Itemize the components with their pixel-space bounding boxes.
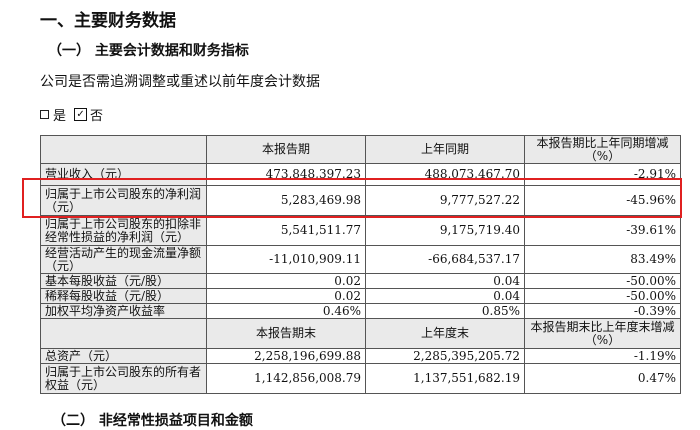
row-label-cell: 稀释每股收益（元/股） — [40, 288, 207, 304]
value-cell: -50.00% — [524, 273, 681, 289]
highlight-box — [22, 178, 682, 218]
next-section-title: （二） 非经常性损益项目和金额 — [52, 413, 253, 429]
table-row: 基本每股收益（元/股） 0.02 0.04 -50.00% — [40, 273, 681, 289]
value-cell: -39.61% — [524, 215, 681, 246]
restatement-question: 公司是否需追溯调整或重述以前年度会计数据 — [40, 74, 320, 90]
value-cell: 9,175,719.40 — [365, 215, 525, 246]
value-cell: 0.04 — [365, 273, 525, 289]
unchecked-box-icon — [40, 110, 49, 119]
value-cell: 0.46% — [206, 303, 366, 319]
table-row: 稀释每股收益（元/股） 0.02 0.04 -50.00% — [40, 288, 681, 304]
value-cell: 1,137,551,682.19 — [365, 363, 525, 394]
value-cell: -0.39% — [524, 303, 681, 319]
value-cell: 0.47% — [524, 363, 681, 394]
row-label-cell: 总资产（元） — [40, 348, 207, 364]
value-cell: 5,541,511.77 — [206, 215, 366, 246]
table-row: 加权平均净资产收益率 0.46% 0.85% -0.39% — [40, 303, 681, 319]
row-label-cell: 加权平均净资产收益率 — [40, 303, 207, 319]
restatement-options: 是 ✓ 否 — [40, 105, 103, 124]
value-cell: -50.00% — [524, 288, 681, 304]
section-subtitle: （一） 主要会计数据和财务指标 — [48, 43, 249, 59]
table-row: 总资产（元） 2,258,196,699.88 2,285,395,205.72 -1… — [40, 348, 681, 364]
value-cell: 83.49% — [524, 245, 681, 274]
table2-header-row: 本报告期末 上年度末 本报告期末比上年度末增减（%） — [40, 318, 681, 349]
row-label-cell: 归属于上市公司股东的所有者权益（元） — [40, 363, 207, 394]
value-cell: -66,684,537.17 — [365, 245, 525, 274]
table1-header-row: 本报告期 上年同期 本报告期比上年同期增减（%） — [40, 135, 681, 164]
value-cell: 1,142,856,008.79 — [206, 363, 366, 394]
checked-box-icon: ✓ — [74, 108, 88, 121]
financial-data-table: 本报告期 上年同期 本报告期比上年同期增减（%） 营业收入（元） 473,848,397… — [40, 135, 681, 394]
value-cell: -1.19% — [524, 348, 681, 364]
value-cell: 0.02 — [206, 273, 366, 289]
header-cell: 本报告期末比上年度末增减（%） — [524, 318, 681, 349]
header-cell: 本报告期比上年同期增减（%） — [524, 135, 681, 164]
value-cell: 0.85% — [365, 303, 525, 319]
row-label-cell: 基本每股收益（元/股） — [40, 273, 207, 289]
section-title: 一、主要财务数据 — [40, 11, 176, 31]
header-cell: 本报告期 — [206, 135, 366, 164]
option-no-label: 否 — [90, 109, 104, 124]
table-row: 经营活动产生的现金流量净额（元） -11,010,909.11 -66,684,53… — [40, 245, 681, 274]
value-cell: 0.04 — [365, 288, 525, 304]
header-cell: 本报告期末 — [206, 318, 366, 349]
option-yes-label: 是 — [53, 109, 67, 124]
value-cell: 2,258,196,699.88 — [206, 348, 366, 364]
table-row: 归属于上市公司股东的扣除非经常性损益的净利润（元） 5,541,511.77 9,1… — [40, 215, 681, 246]
header-cell: 上年同期 — [365, 135, 525, 164]
header-cell: 上年度末 — [365, 318, 525, 349]
row-label-cell: 归属于上市公司股东的扣除非经常性损益的净利润（元） — [40, 215, 207, 246]
value-cell: 0.02 — [206, 288, 366, 304]
table-row: 归属于上市公司股东的所有者权益（元） 1,142,856,008.79 1,137,… — [40, 363, 681, 394]
header-cell — [40, 318, 207, 349]
value-cell: -11,010,909.11 — [206, 245, 366, 274]
row-label-cell: 经营活动产生的现金流量净额（元） — [40, 245, 207, 274]
value-cell: 2,285,395,205.72 — [365, 348, 525, 364]
header-cell — [40, 135, 207, 164]
